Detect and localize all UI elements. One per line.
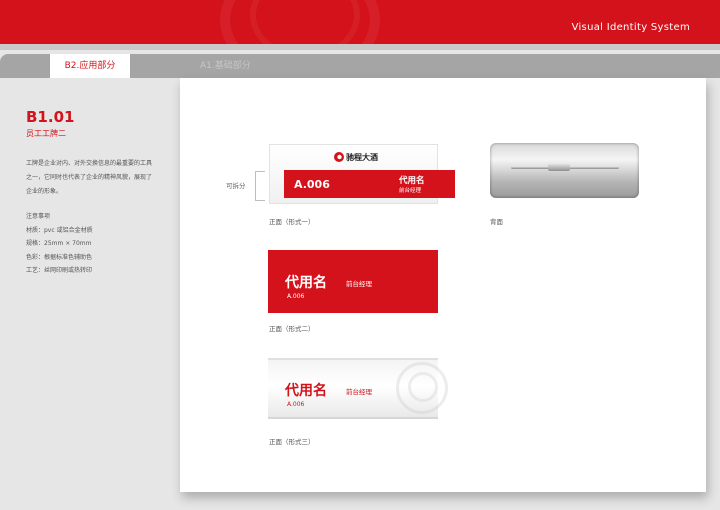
badge-form3-role: 前台经理 — [346, 388, 372, 396]
badge-form1-code: A.006 — [294, 178, 330, 191]
badge-form3-name: 代用名 — [285, 383, 327, 399]
badge-form3-watermark-inner — [408, 372, 438, 402]
badge-form1-role: 前台经理 — [399, 188, 422, 194]
banner-decoration-inner — [250, 0, 360, 44]
detach-bracket — [255, 171, 265, 201]
hotel-logo-text: 驰程大酒 — [346, 152, 378, 162]
caption-form2: 正面（形式二） — [269, 325, 315, 333]
vi-manual-page: Visual Identity System B2.应用部分 A1.基础部分 B… — [0, 0, 720, 510]
notes-block: 注意事项 材质：pvc 或铝合金材质 规格：25mm × 70mm 色彩：根据标… — [26, 210, 156, 278]
section-description: 工牌是企业对内、对外交换信息的最重要的工具之一，它同时也代表了企业的精神风貌，展… — [26, 160, 153, 195]
hotel-logo-icon: 驰程大酒 — [334, 152, 378, 162]
badge-form3-code: A.006 — [287, 401, 305, 408]
badge-form2-code: A.006 — [287, 293, 305, 300]
badge-form2-role: 前台经理 — [346, 280, 372, 288]
content-panel — [180, 78, 706, 492]
caption-form1: 正面（形式一） — [269, 218, 315, 226]
tab-applications[interactable]: B2.应用部分 — [50, 54, 130, 78]
note-process: 工艺：丝网印刷或热转印 — [26, 267, 93, 274]
note-material: 材质：pvc 或铝合金材质 — [26, 226, 93, 234]
note-size: 规格：25mm × 70mm — [26, 240, 92, 247]
header-banner: Visual Identity System — [0, 0, 720, 44]
system-title: Visual Identity System — [571, 22, 690, 33]
notes-title: 注意事项 — [26, 213, 51, 220]
caption-form3: 正面（形式三） — [269, 438, 315, 446]
section-code: B1.01 — [26, 108, 75, 126]
caption-back: 背面 — [490, 218, 503, 226]
tab-basics[interactable]: A1.基础部分 — [200, 54, 251, 78]
badge-form2-name: 代用名 — [285, 275, 327, 291]
note-color: 色彩：根据标准色辅助色 — [26, 253, 93, 261]
header-divider — [0, 44, 720, 50]
pin-clasp — [548, 163, 570, 171]
badge-form1-name: 代用名 — [399, 176, 425, 186]
section-title: 员工工牌二 — [26, 129, 66, 138]
detach-label: 可拆分 — [226, 182, 246, 190]
